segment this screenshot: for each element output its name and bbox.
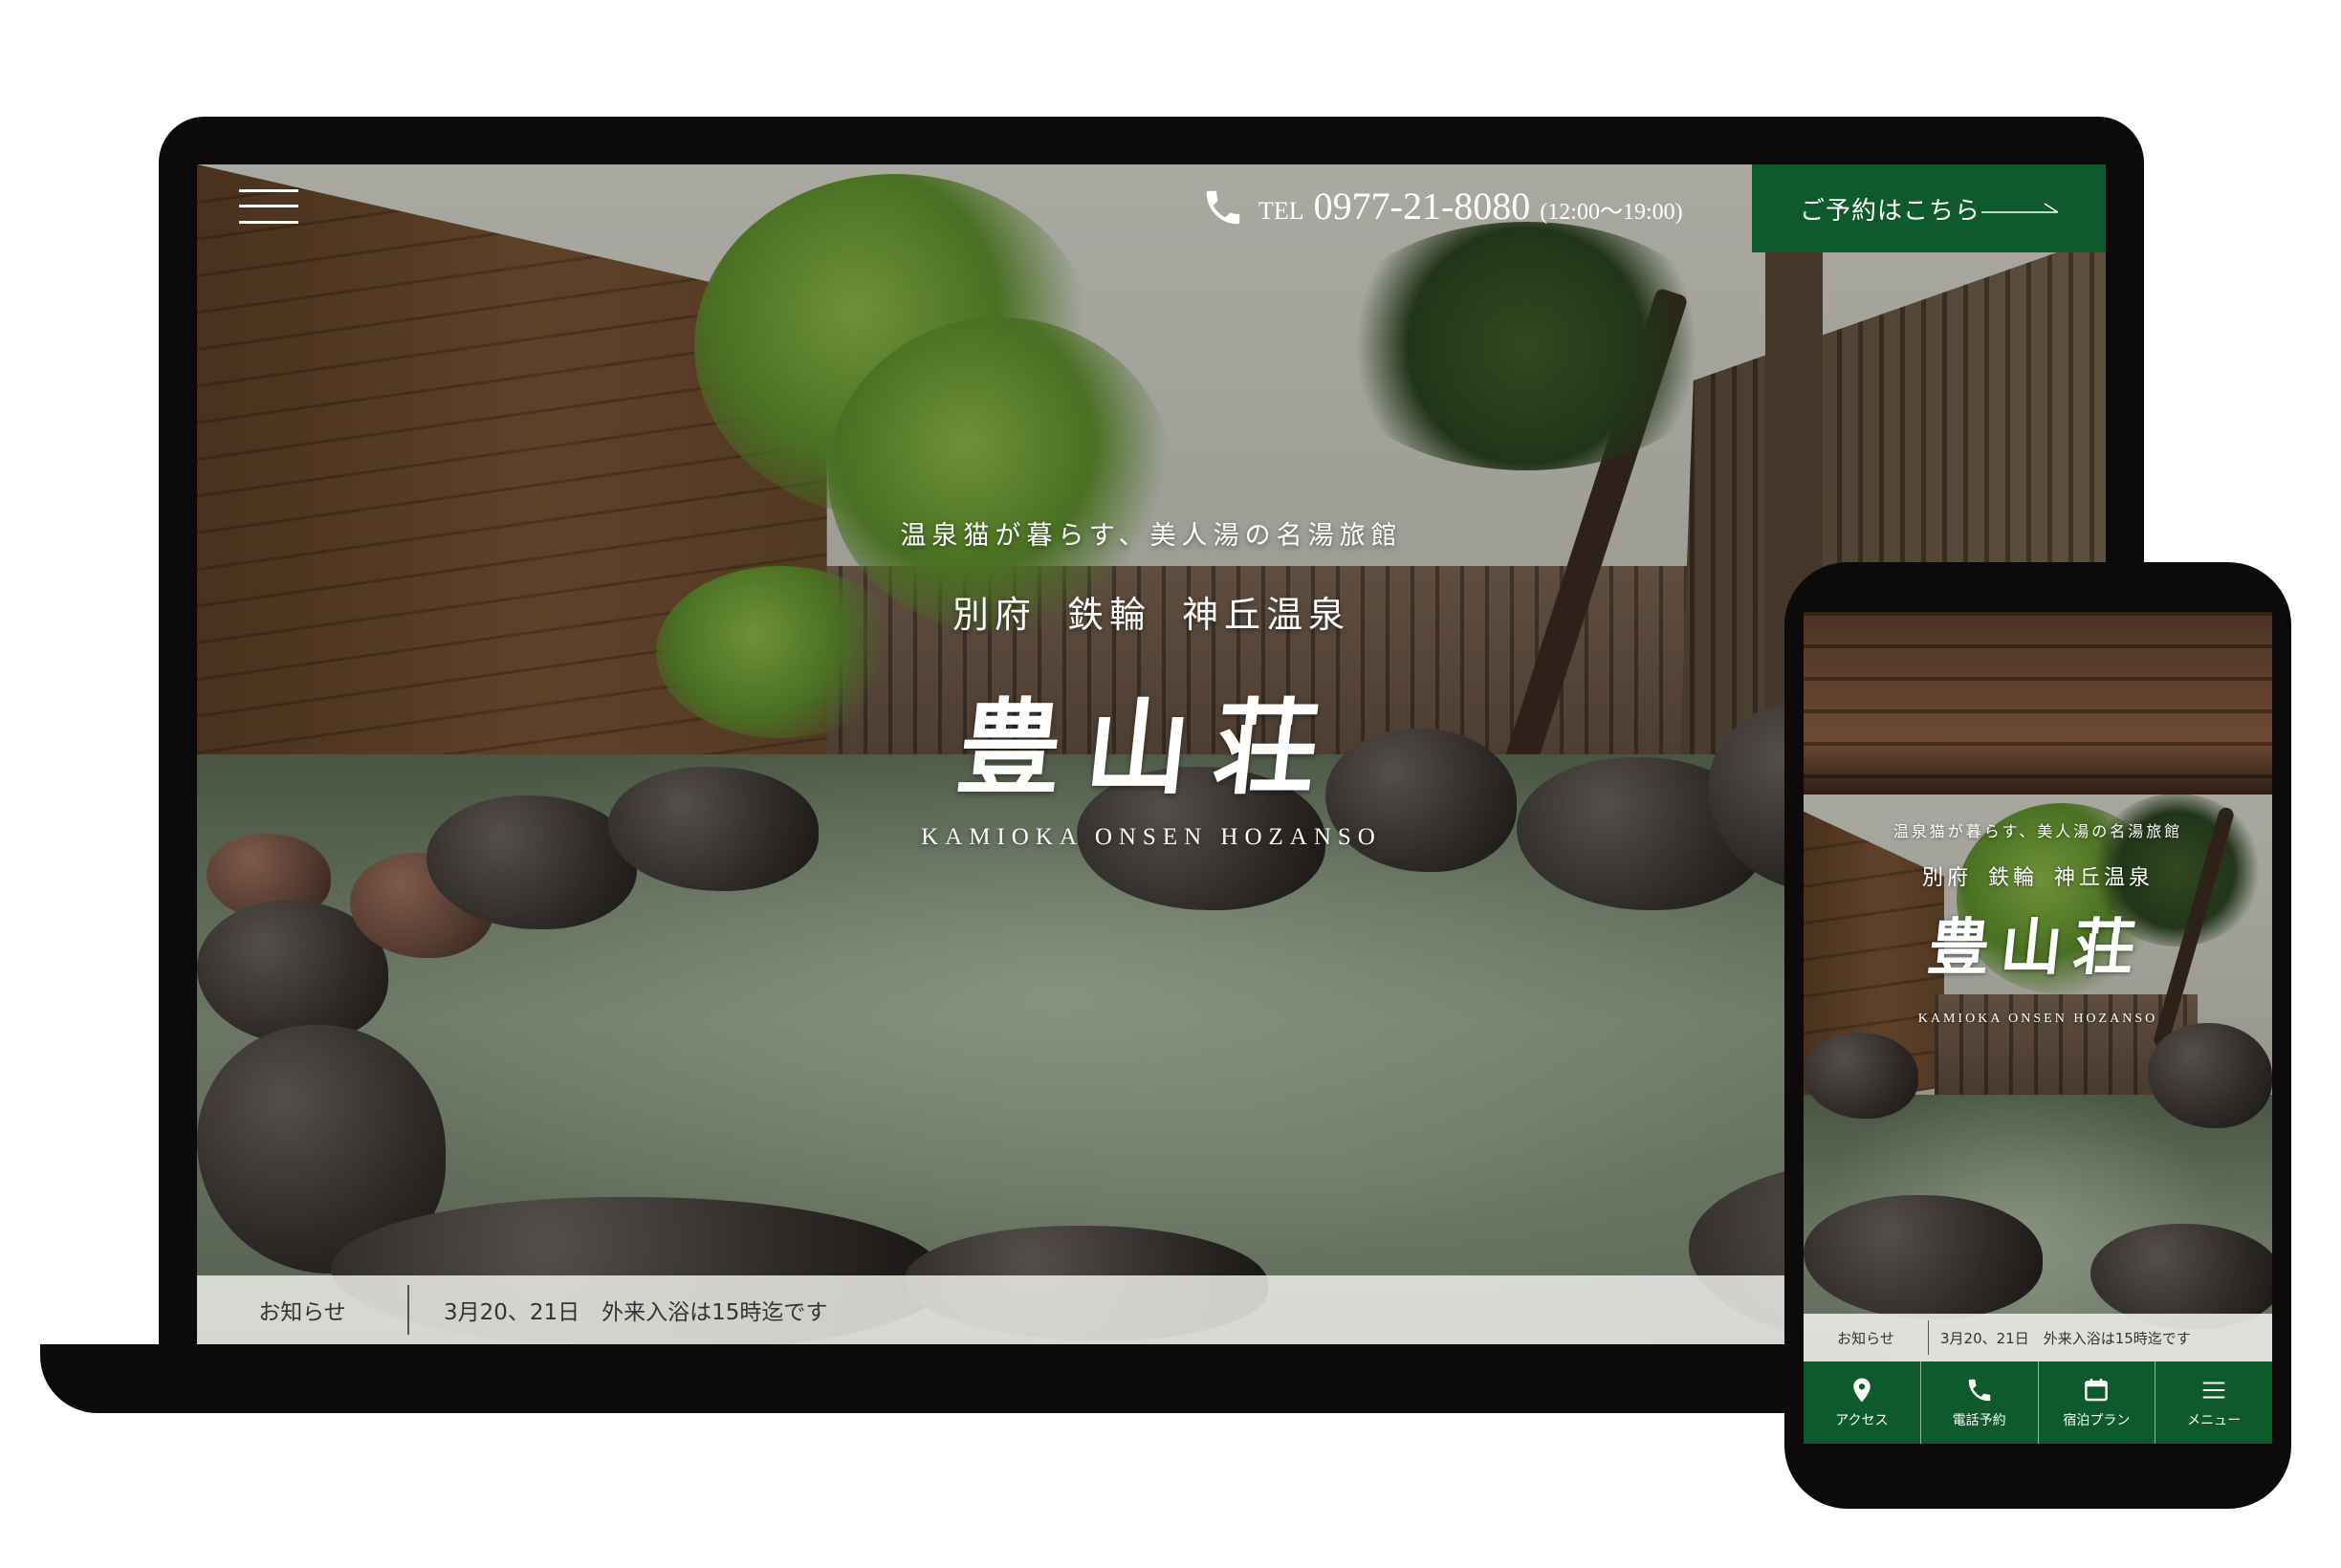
tel-label: TEL bbox=[1258, 197, 1304, 225]
mobile-hero-tagline: 温泉猫が暮らす、美人湯の名湯旅館 bbox=[1892, 822, 2183, 840]
phone-icon bbox=[1206, 190, 1240, 225]
nav-stay-plan-button[interactable]: 宿泊プラン bbox=[2037, 1361, 2155, 1444]
hero-tagline: 温泉猫が暮らす、美人湯の名湯旅館 bbox=[900, 521, 1403, 551]
hamburger-menu-icon bbox=[2202, 1382, 2225, 1399]
nav-phone-reserve-button[interactable]: 電話予約 bbox=[1919, 1361, 2038, 1444]
mobile-news-divider bbox=[1928, 1320, 1929, 1355]
tel-number[interactable]: 0977-21-8080 bbox=[1314, 184, 1531, 229]
mobile-hero-romaji: KAMIOKA ONSEN HOZANSO bbox=[1917, 1012, 2158, 1026]
mobile-news-label: お知らせ bbox=[1837, 1329, 1894, 1347]
hamburger-menu-icon[interactable] bbox=[239, 189, 298, 224]
nav-access-button[interactable]: アクセス bbox=[1804, 1361, 1920, 1444]
mobile-news-bar[interactable]: お知らせ 3月20、21日 外来入浴は15時迄です bbox=[1804, 1314, 2272, 1361]
nav-menu-button[interactable]: メニュー bbox=[2155, 1361, 2272, 1444]
arrow-right-icon bbox=[1981, 203, 2059, 213]
nav-menu-label: メニュー bbox=[2187, 1413, 2242, 1428]
reserve-button-label: ご予約はこちら bbox=[1800, 196, 1981, 226]
mobile-hero-logo: 豊山荘 bbox=[1924, 912, 2151, 984]
map-pin-icon bbox=[1853, 1378, 1871, 1403]
tel-hours: (12:00〜19:00) bbox=[1540, 200, 1683, 225]
mobile-site: 温泉猫が暮らす、美人湯の名湯旅館 別府 鉄輪 神丘温泉 豊山荘 KAMIOKA … bbox=[1804, 612, 2272, 1444]
mobile-hero-location: 別府 鉄輪 神丘温泉 bbox=[1922, 866, 2154, 890]
mobile-news-item-link[interactable]: 3月20、21日 外来入浴は15時迄です bbox=[1940, 1328, 2191, 1348]
header-tel[interactable]: TEL 0977-21-8080 (12:00〜19:00) bbox=[1201, 184, 1683, 231]
mobile-bottom-nav: アクセス 電話予約 宿泊プラン メニュー bbox=[1804, 1361, 2272, 1444]
news-label: お知らせ bbox=[258, 1300, 346, 1325]
nav-access-label: アクセス bbox=[1835, 1413, 1889, 1428]
calendar-icon bbox=[2085, 1379, 2109, 1402]
news-divider bbox=[407, 1285, 409, 1335]
news-item-link[interactable]: 3月20、21日 外来入浴は15時迄です bbox=[444, 1294, 827, 1326]
nav-phone-reserve-label: 電話予約 bbox=[1952, 1413, 2006, 1428]
reserve-button[interactable]: ご予約はこちら bbox=[1752, 164, 2106, 252]
phone-icon bbox=[1968, 1379, 1990, 1402]
nav-stay-plan-label: 宿泊プラン bbox=[2063, 1413, 2131, 1428]
